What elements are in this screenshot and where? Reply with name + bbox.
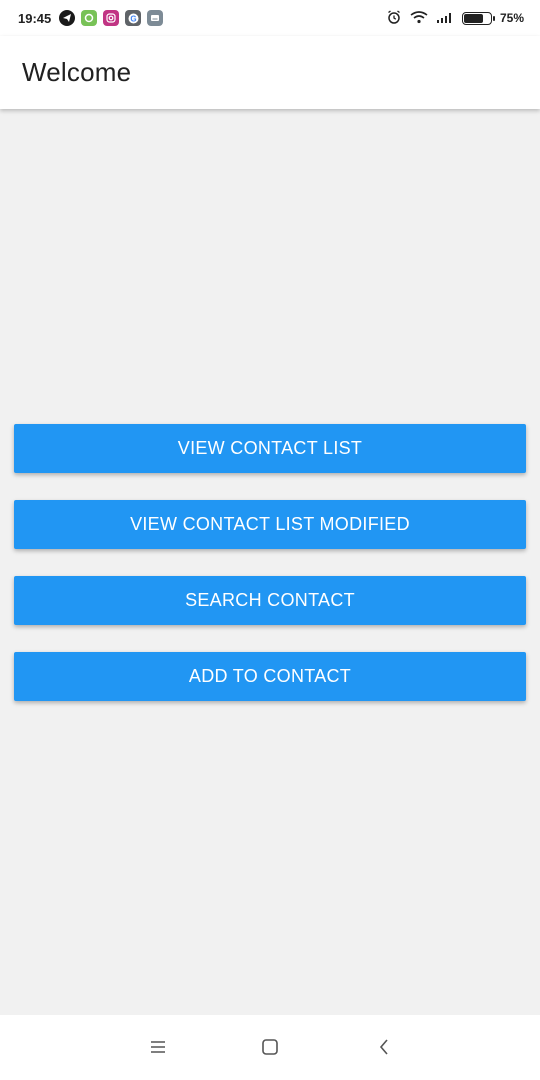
battery-percent: 75% [499, 11, 524, 25]
view-contact-list-modified-button[interactable]: VIEW CONTACT LIST MODIFIED [14, 500, 526, 549]
button-group: VIEW CONTACT LIST VIEW CONTACT LIST MODI… [14, 424, 526, 701]
view-contact-list-button[interactable]: VIEW CONTACT LIST [14, 424, 526, 473]
battery-fill [463, 13, 484, 23]
screen: 19:45 G 75% Welcome VIEW CONTACT LIST VI… [0, 0, 540, 1080]
battery-icon [461, 11, 495, 25]
status-right: 75% [386, 9, 524, 28]
android-icon [81, 10, 98, 26]
back-icon[interactable] [372, 1035, 396, 1059]
instagram-icon [103, 10, 120, 26]
menu-icon[interactable] [146, 1035, 170, 1059]
alarm-icon [386, 9, 402, 28]
search-contact-button[interactable]: SEARCH CONTACT [14, 576, 526, 625]
home-icon[interactable] [258, 1035, 282, 1059]
app-bar: Welcome [0, 36, 540, 109]
navigation-bar [0, 1015, 540, 1080]
signal-icon [436, 11, 454, 26]
status-bar: 19:45 G 75% [0, 0, 540, 36]
wifi-icon [410, 10, 428, 27]
google-icon: G [125, 10, 142, 26]
page-title: Welcome [22, 57, 132, 87]
add-to-contact-button[interactable]: ADD TO CONTACT [14, 652, 526, 701]
keyboard-icon [147, 10, 164, 26]
telegram-icon [59, 10, 76, 26]
svg-text:G: G [130, 14, 136, 23]
status-time: 19:45 [18, 10, 52, 26]
status-left: 19:45 G [18, 10, 164, 26]
